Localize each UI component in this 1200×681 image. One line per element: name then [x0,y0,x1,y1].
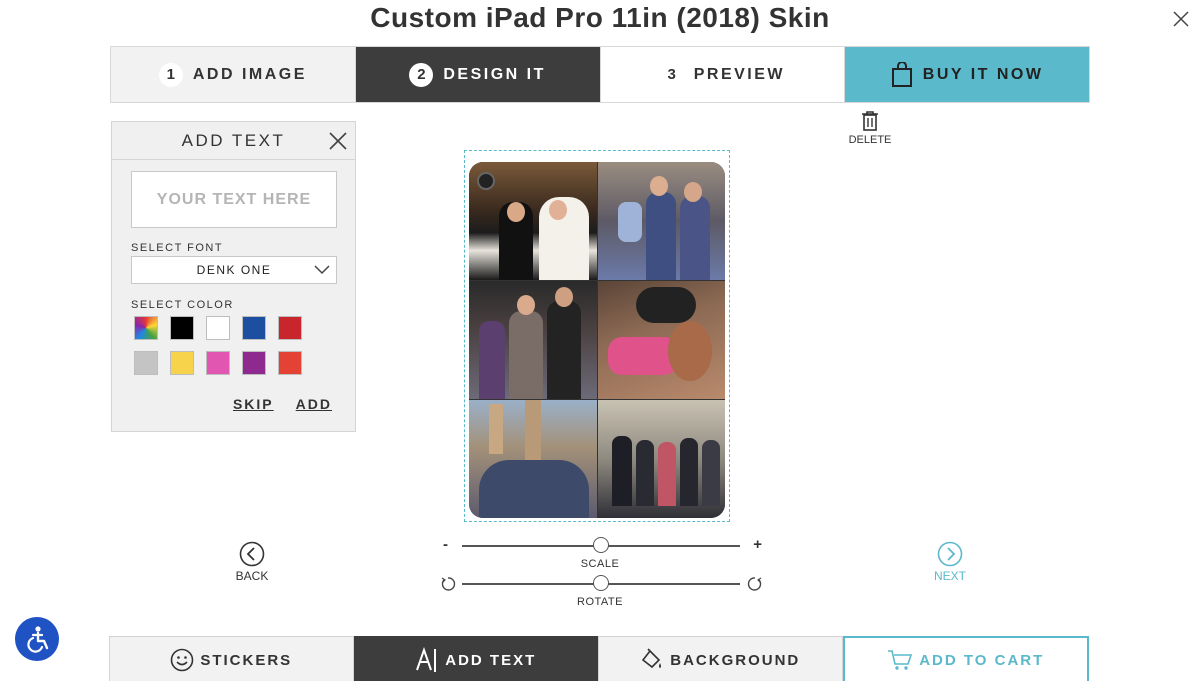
background-button[interactable]: BACKGROUND [598,636,843,681]
collage-photo [469,400,597,518]
rotate-label: ROTATE [577,596,623,608]
panel-title: ADD TEXT [181,130,286,150]
color-swatch-pink[interactable] [206,351,230,375]
next-label: NEXT [933,569,966,583]
chevron-down-icon [314,265,330,275]
font-value: DENK ONE [196,263,272,277]
step-label: ADD IMAGE [192,65,307,83]
scale-slider[interactable]: - + [440,536,765,556]
smiley-icon [171,648,194,672]
chevron-right-circle-icon [937,541,963,567]
color-swatch-purple[interactable] [242,351,266,375]
step-number: 2 [409,62,434,87]
bottom-toolbar: STICKERS ADD TEXT BACKGROUND ADD TO CART [109,636,1089,681]
collage-photo [597,400,725,518]
add-to-cart-label: ADD TO CART [919,651,1045,669]
color-swatch-black[interactable] [170,316,194,340]
color-swatch-multicolor[interactable] [134,316,158,340]
color-swatch-blue[interactable] [242,316,266,340]
designer-page: Custom iPad Pro 11in (2018) Skin 1 ADD I… [0,0,1200,681]
panel-header: ADD TEXT [112,122,355,160]
paint-bucket-icon [642,648,662,669]
scale-label: SCALE [580,558,620,570]
rotate-knob[interactable] [593,575,609,591]
color-swatch-gray[interactable] [134,351,158,375]
select-color-label: SELECT COLOR [131,299,234,311]
add-to-cart-button[interactable]: ADD TO CART [842,636,1089,681]
color-swatch-yellow[interactable] [170,351,194,375]
ipad-skin-preview[interactable] [469,162,725,518]
add-button[interactable]: ADD [296,396,332,412]
delete-label: DELETE [848,134,892,146]
close-icon[interactable] [1172,10,1190,28]
step-label: BUY IT NOW [922,65,1044,83]
panel-actions: SKIP ADD [233,396,332,412]
cart-icon [888,650,913,670]
scale-minus[interactable]: - [443,536,448,553]
step-preview[interactable]: 3 PREVIEW [600,47,846,102]
background-label: BACKGROUND [670,651,801,669]
color-swatch-orange-red[interactable] [278,351,302,375]
color-swatch-white[interactable] [206,316,230,340]
text-cursor-icon [416,647,437,672]
back-button[interactable]: BACK [222,541,282,583]
step-number: 3 [659,62,684,87]
step-label: PREVIEW [693,65,786,83]
page-title: Custom iPad Pro 11in (2018) Skin [370,2,830,33]
add-text-panel: ADD TEXT YOUR TEXT HERE SELECT FONT DENK… [111,121,356,432]
color-swatches [134,316,302,375]
font-select[interactable]: DENK ONE [131,256,337,284]
shopping-bag-icon [891,61,912,87]
skip-button[interactable]: SKIP [233,396,274,412]
rotate-right-icon[interactable] [747,576,763,592]
collage-photo [597,281,725,399]
steps-bar: 1 ADD IMAGE 2 DESIGN IT 3 PREVIEW BUY IT… [110,46,1090,103]
step-number: 1 [158,62,183,87]
rotate-left-icon[interactable] [440,576,456,592]
accessibility-button[interactable] [15,617,59,661]
collage-photo [597,162,725,280]
add-text-button[interactable]: ADD TEXT [353,636,598,681]
trash-icon [862,111,878,131]
select-font-label: SELECT FONT [131,242,224,254]
text-input[interactable]: YOUR TEXT HERE [131,171,337,228]
rotate-slider[interactable] [440,574,765,594]
scale-plus[interactable]: + [753,536,762,553]
add-text-label: ADD TEXT [445,651,537,669]
next-button[interactable]: NEXT [920,541,980,583]
step-design-it[interactable]: 2 DESIGN IT [355,47,601,102]
stickers-label: STICKERS [200,651,293,669]
camera-cutout [477,172,495,190]
stickers-button[interactable]: STICKERS [109,636,354,681]
color-swatch-red[interactable] [278,316,302,340]
chevron-left-circle-icon [239,541,265,567]
step-label: DESIGN IT [443,65,546,83]
close-icon[interactable] [329,132,347,150]
accessibility-icon [27,626,49,653]
back-label: BACK [235,569,269,583]
delete-button[interactable]: DELETE [840,110,900,146]
scale-knob[interactable] [593,537,609,553]
collage-photo [469,281,597,399]
step-add-image[interactable]: 1 ADD IMAGE [111,47,356,102]
buy-it-now-button[interactable]: BUY IT NOW [845,47,1089,102]
